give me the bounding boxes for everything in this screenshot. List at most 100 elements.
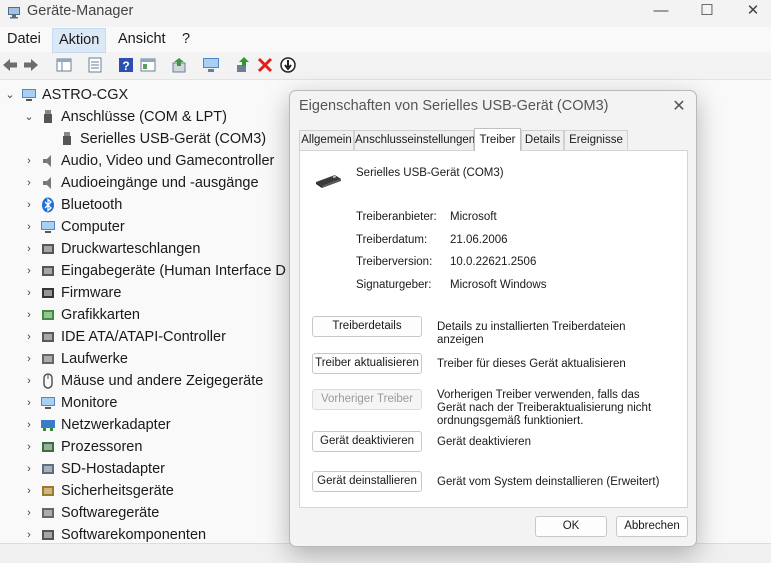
disable-device-icon[interactable]	[279, 56, 297, 74]
menu-datei[interactable]: Datei	[1, 28, 47, 51]
chevron-right-icon[interactable]: ›	[24, 305, 34, 325]
back-arrow-icon[interactable]	[1, 56, 19, 74]
driver-provider-label: Treiberanbieter:	[356, 211, 437, 223]
tree-category-item[interactable]: Monitore	[61, 393, 117, 413]
mouse-icon	[43, 373, 53, 389]
signer-value: Microsoft Windows	[450, 279, 547, 291]
bluetooth-icon	[42, 197, 54, 213]
display-adapter-icon	[42, 310, 54, 320]
security-key-icon	[42, 486, 54, 496]
drive-icon	[42, 354, 54, 364]
tab-anschlusseinstellungen[interactable]: Anschlusseinstellungen	[354, 130, 475, 150]
uninstall-device-icon[interactable]	[256, 56, 274, 74]
help-icon[interactable]: ?	[117, 56, 135, 74]
chevron-right-icon[interactable]: ›	[24, 481, 34, 501]
chevron-down-icon[interactable]: ⌄	[24, 107, 34, 127]
console-icon[interactable]	[139, 56, 157, 74]
update-driver-button[interactable]: Treiber aktualisieren	[312, 353, 422, 374]
speaker-icon	[43, 177, 51, 189]
computer-icon	[41, 221, 55, 233]
chevron-right-icon[interactable]: ›	[24, 239, 34, 259]
chevron-right-icon[interactable]: ›	[24, 393, 34, 413]
menu-aktion[interactable]: Aktion	[52, 28, 107, 53]
chevron-right-icon[interactable]: ›	[24, 261, 34, 281]
title-bar: Geräte-Manager — ☐ ✕	[0, 0, 771, 26]
tree-category-item[interactable]: Audio, Video und Gamecontroller	[61, 151, 274, 171]
update-driver-icon[interactable]	[171, 56, 189, 74]
driver-details-desc: Details zu installierten Treiberdateien …	[437, 321, 626, 346]
properties-grid-icon[interactable]	[55, 56, 73, 74]
tree-category-item[interactable]: Grafikkarten	[61, 305, 140, 325]
tab-allgemein[interactable]: Allgemein	[299, 130, 354, 150]
sd-card-icon	[42, 464, 54, 474]
driver-date-label: Treiberdatum:	[356, 234, 428, 246]
chevron-right-icon[interactable]: ›	[24, 173, 34, 193]
chevron-right-icon[interactable]: ›	[24, 459, 34, 479]
usb-serial-device-icon	[316, 175, 341, 188]
tree-category-item[interactable]: SD-Hostadapter	[61, 459, 165, 479]
minimize-button[interactable]: —	[638, 0, 684, 24]
chevron-right-icon[interactable]: ›	[24, 349, 34, 369]
chevron-right-icon[interactable]: ›	[24, 525, 34, 545]
tree-category-item[interactable]: Softwarekomponenten	[61, 525, 206, 545]
uninstall-device-desc: Gerät vom System deinstallieren (Erweite…	[437, 476, 660, 488]
rollback-driver-desc: Vorherigen Treiber verwenden, falls das …	[437, 389, 652, 427]
tab-treiber[interactable]: Treiber	[474, 128, 521, 151]
tree-category-item[interactable]: Netzwerkadapter	[61, 415, 171, 435]
menu-help[interactable]: ?	[176, 28, 196, 51]
enable-device-icon[interactable]	[234, 56, 252, 74]
tree-category-item[interactable]: Sicherheitsgeräte	[61, 481, 174, 501]
tree-category-item[interactable]: Firmware	[61, 283, 121, 303]
chevron-right-icon[interactable]: ›	[24, 195, 34, 215]
port-icon	[63, 132, 71, 145]
disable-device-button[interactable]: Gerät deaktivieren	[312, 431, 422, 452]
chevron-right-icon[interactable]: ›	[24, 327, 34, 347]
tree-category-item[interactable]: Anschlüsse (COM & LPT)	[61, 107, 227, 127]
cancel-button[interactable]: Abbrechen	[616, 516, 688, 537]
driver-date-value: 21.06.2006	[450, 234, 508, 246]
tree-category-item[interactable]: Prozessoren	[61, 437, 142, 457]
svg-text:?: ?	[122, 59, 129, 73]
maximize-button[interactable]: ☐	[684, 0, 730, 24]
chevron-right-icon[interactable]: ›	[24, 283, 34, 303]
monitor-scan-icon[interactable]	[202, 56, 220, 74]
port-icon	[44, 110, 52, 123]
chevron-right-icon[interactable]: ›	[24, 217, 34, 237]
tree-category-item[interactable]: Druckwarteschlangen	[61, 239, 200, 259]
printer-icon	[42, 244, 54, 254]
chevron-right-icon[interactable]: ›	[24, 437, 34, 457]
tree-root[interactable]: ASTRO-CGX	[42, 85, 128, 105]
tree-category-item[interactable]: IDE ATA/ATAPI-Controller	[61, 327, 226, 347]
close-window-button[interactable]: ✕	[730, 0, 771, 24]
menu-ansicht[interactable]: Ansicht	[112, 28, 172, 51]
monitor-icon	[41, 397, 55, 409]
update-driver-desc: Treiber für dieses Gerät aktualisieren	[437, 358, 626, 370]
dialog-close-icon[interactable]: ✕	[668, 96, 690, 118]
speaker-icon	[43, 155, 51, 167]
uninstall-device-button[interactable]: Gerät deinstallieren	[312, 471, 422, 492]
tree-category-item[interactable]: Mäuse und andere Zeigegeräte	[61, 371, 263, 391]
forward-arrow-icon[interactable]	[22, 56, 40, 74]
tree-category-item[interactable]: Laufwerke	[61, 349, 128, 369]
keyboard-icon	[42, 266, 54, 276]
tree-category-item[interactable]: Eingabegeräte (Human Interface D	[61, 261, 286, 281]
chevron-right-icon[interactable]: ›	[24, 415, 34, 435]
chevron-right-icon[interactable]: ›	[24, 371, 34, 391]
driver-details-button[interactable]: Treiberdetails	[312, 316, 422, 337]
tree-child-item[interactable]: Serielles USB-Gerät (COM3)	[80, 129, 266, 149]
tree-category-item[interactable]: Audioeingänge und -ausgänge	[61, 173, 259, 193]
tab-details[interactable]: Details	[521, 130, 564, 150]
controller-icon	[42, 332, 54, 342]
chevron-down-icon[interactable]: ⌄	[5, 85, 15, 105]
ok-button[interactable]: OK	[535, 516, 607, 537]
driver-provider-value: Microsoft	[450, 211, 497, 223]
list-view-icon[interactable]	[86, 56, 104, 74]
chevron-right-icon[interactable]: ›	[24, 503, 34, 523]
rollback-driver-button[interactable]: Vorheriger Treiber	[312, 389, 422, 410]
tab-ereignisse[interactable]: Ereignisse	[564, 130, 628, 150]
tree-category-item[interactable]: Softwaregeräte	[61, 503, 159, 523]
chevron-right-icon[interactable]: ›	[24, 151, 34, 171]
tree-category-item[interactable]: Bluetooth	[61, 195, 122, 215]
tree-category-item[interactable]: Computer	[61, 217, 125, 237]
network-icon	[41, 420, 55, 431]
